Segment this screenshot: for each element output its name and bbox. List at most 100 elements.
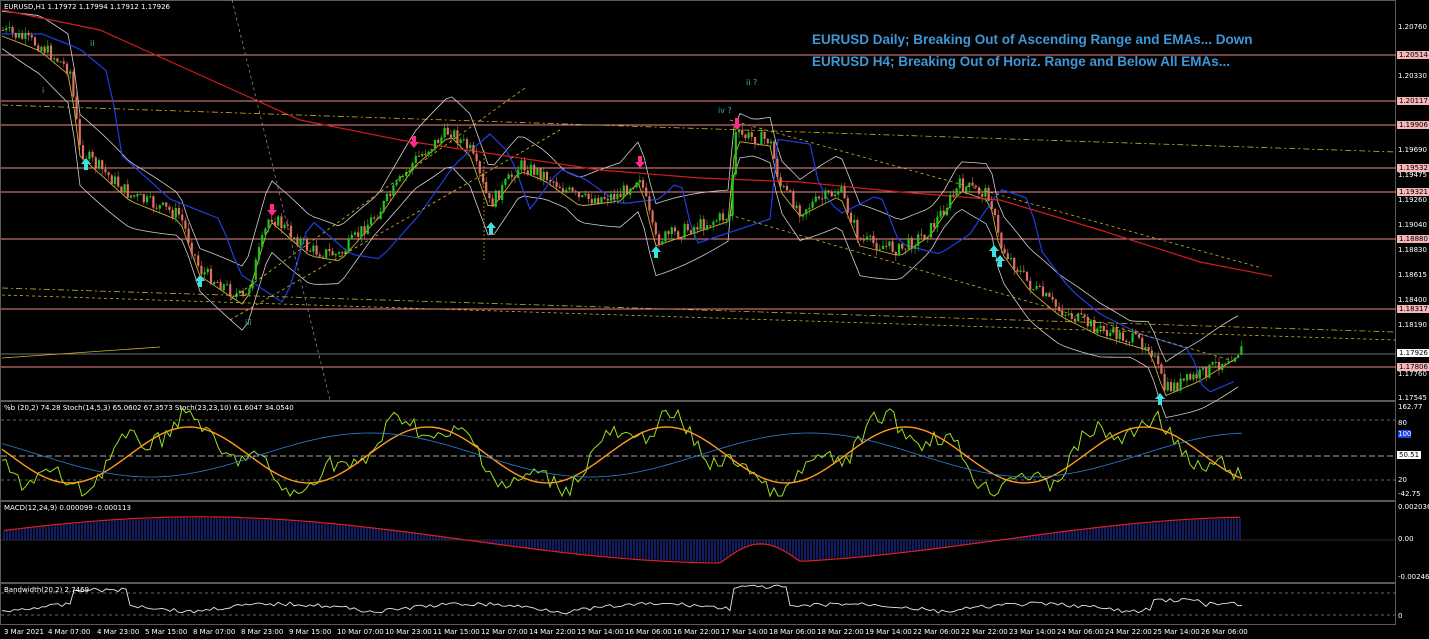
candle-body xyxy=(555,181,558,187)
candle-body xyxy=(670,227,673,235)
candle-body xyxy=(632,187,635,189)
candle-body xyxy=(891,241,894,252)
candle-body xyxy=(539,168,542,180)
candle-body xyxy=(8,27,11,29)
price-axis[interactable] xyxy=(1396,0,1429,639)
candle-body xyxy=(981,193,984,197)
stoch-tick: 162.77 xyxy=(1398,403,1423,411)
candle-body xyxy=(491,198,494,207)
candle-body xyxy=(686,224,689,231)
candle-body xyxy=(510,174,513,177)
candle-body xyxy=(465,139,469,149)
candle-body xyxy=(117,176,120,187)
time-label: 18 Mar 06:00 xyxy=(769,628,816,636)
level-label: 1.18880 xyxy=(1397,235,1429,243)
candle-body xyxy=(1016,269,1019,272)
candle-body xyxy=(597,198,600,204)
trendline xyxy=(1,287,1397,333)
candle-body xyxy=(1173,382,1176,392)
candle-body xyxy=(731,174,734,216)
candle-body xyxy=(433,139,437,150)
candle-body xyxy=(462,139,465,141)
bollinger-lower xyxy=(1,48,1239,418)
candle-body xyxy=(1041,286,1045,297)
candle-body xyxy=(1006,253,1009,260)
candle-body xyxy=(869,235,872,237)
price-tick: 1.18615 xyxy=(1398,271,1427,279)
time-label: 8 Mar 23:00 xyxy=(241,628,284,636)
candle-body xyxy=(177,208,181,215)
time-label: 15 Mar 14:00 xyxy=(577,628,624,636)
candle-body xyxy=(443,127,446,138)
candle-body xyxy=(549,180,552,182)
candle-body xyxy=(373,217,376,219)
candle-body xyxy=(302,239,305,241)
candle-body xyxy=(824,190,827,200)
candle-body xyxy=(1195,374,1198,379)
candle-body xyxy=(1003,248,1006,254)
time-label: 5 Mar 15:00 xyxy=(145,628,188,636)
candle-body xyxy=(971,182,974,186)
candle-body xyxy=(449,134,453,138)
candle-body xyxy=(168,206,171,210)
time-label: 24 Mar 06:00 xyxy=(1057,628,1104,636)
candle-body xyxy=(1038,286,1041,288)
candle-body xyxy=(1201,367,1205,370)
candle-body xyxy=(101,160,104,170)
candle-body xyxy=(625,185,629,195)
cycle-line xyxy=(231,0,331,401)
candle-body xyxy=(974,185,977,188)
candle-body xyxy=(222,284,225,291)
time-label: 10 Mar 07:00 xyxy=(337,628,384,636)
candle-body xyxy=(795,205,798,209)
candle-body xyxy=(110,175,113,185)
candle-body xyxy=(952,194,955,196)
candle-body xyxy=(763,131,766,139)
candle-body xyxy=(37,45,40,52)
stoch-current: 50.51 xyxy=(1397,451,1422,459)
candle-body xyxy=(782,186,785,188)
candle-body xyxy=(385,193,389,202)
candle-body xyxy=(709,225,712,227)
candle-body xyxy=(337,252,341,254)
candle-body xyxy=(769,141,773,144)
candle-body xyxy=(1233,357,1237,362)
candle-body xyxy=(453,130,456,138)
candle-body xyxy=(542,171,545,180)
candle-body xyxy=(577,192,581,198)
candle-body xyxy=(91,151,94,158)
candle-body xyxy=(1089,320,1093,327)
candle-body xyxy=(1137,334,1141,338)
arrow-up-icon xyxy=(486,222,496,234)
candle-body xyxy=(5,28,8,31)
candle-body xyxy=(257,247,261,260)
candle-body xyxy=(456,130,459,144)
candle-body xyxy=(926,237,929,239)
candle-body xyxy=(1009,258,1013,260)
time-label: 23 Mar 14:00 xyxy=(1009,628,1056,636)
candle-body xyxy=(1102,325,1105,331)
candle-body xyxy=(977,187,981,194)
candle-body xyxy=(856,219,859,239)
candle-body xyxy=(1150,350,1153,357)
level-label: 1.18317 xyxy=(1397,305,1429,313)
candle-body xyxy=(587,193,590,200)
candle-body xyxy=(408,170,411,173)
candle-body xyxy=(88,151,91,160)
candle-body xyxy=(616,193,619,200)
candle-body xyxy=(78,119,81,146)
candle-body xyxy=(997,215,1000,233)
candle-body xyxy=(1179,378,1182,391)
symbol-info: EURUSD,H1 1.17972 1.17994 1.17912 1.1792… xyxy=(4,3,170,11)
candle-body xyxy=(133,195,136,197)
macd-tick: 0.00 xyxy=(1398,535,1414,543)
candle-body xyxy=(776,158,779,178)
candle-body xyxy=(446,127,449,135)
candle-body xyxy=(773,141,776,159)
candle-body xyxy=(1224,363,1227,365)
candle-body xyxy=(683,224,686,238)
level-label: 1.20117 xyxy=(1397,97,1429,105)
candle-body xyxy=(1157,355,1160,365)
candle-body xyxy=(1048,293,1051,297)
candle-body xyxy=(830,192,833,197)
